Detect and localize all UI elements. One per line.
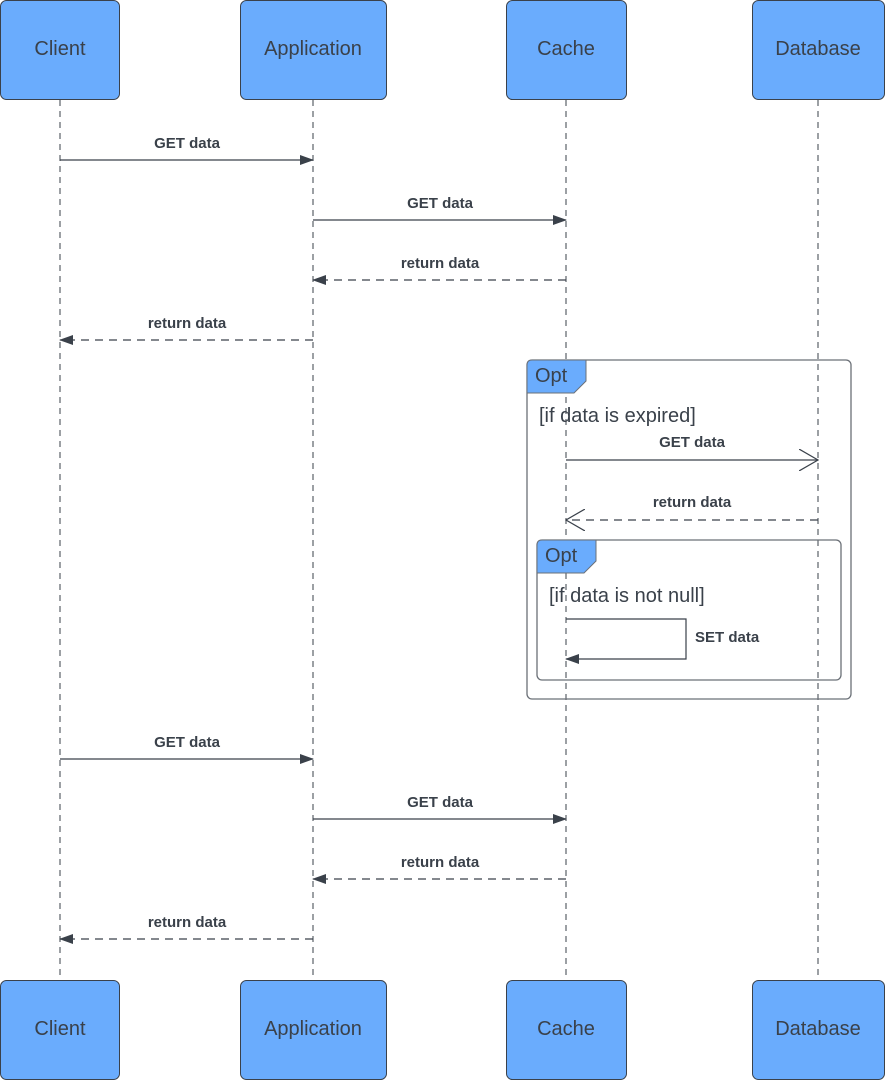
message-8[interactable]: GET data [60, 734, 314, 764]
message-11[interactable]: return data [59, 914, 313, 944]
opt-fragment-expired[interactable]: Opt [if data is expired] [526, 359, 852, 700]
actor-database-top[interactable]: Database [752, 0, 885, 100]
fragment-kind: Opt [545, 545, 578, 567]
sequence-diagram: Client Application Cache Database Client… [0, 0, 885, 1080]
actor-label: Cache [537, 38, 595, 60]
message-5[interactable]: GET data [566, 434, 818, 460]
message-label: return data [148, 315, 227, 332]
actor-label: Client [34, 1018, 86, 1040]
message-label: GET data [154, 734, 221, 751]
message-3[interactable]: return data [312, 255, 566, 285]
message-label: GET data [407, 195, 474, 212]
actor-database-bottom[interactable]: Database [752, 980, 885, 1080]
message-7-self[interactable]: SET data [565, 618, 760, 664]
message-4[interactable]: return data [59, 315, 313, 345]
fragment-guard: [if data is expired] [539, 405, 696, 427]
actor-cache-top[interactable]: Cache [506, 0, 627, 100]
message-6[interactable]: return data [566, 494, 818, 520]
actor-application-top[interactable]: Application [240, 0, 387, 100]
actor-client-top[interactable]: Client [0, 0, 120, 100]
actor-label: Application [264, 1018, 362, 1040]
actor-label: Database [775, 1018, 861, 1040]
actor-cache-bottom[interactable]: Cache [506, 980, 627, 1080]
message-label: GET data [154, 135, 221, 152]
message-label: return data [148, 914, 227, 931]
message-2[interactable]: GET data [313, 195, 567, 225]
message-10[interactable]: return data [312, 854, 566, 884]
actor-label: Client [34, 38, 86, 60]
message-1[interactable]: GET data [60, 135, 314, 165]
fragment-guard: [if data is not null] [549, 585, 705, 607]
message-9[interactable]: GET data [313, 794, 567, 824]
actor-label: Cache [537, 1018, 595, 1040]
message-label: return data [401, 255, 480, 272]
actor-application-bottom[interactable]: Application [240, 980, 387, 1080]
message-label: return data [401, 854, 480, 871]
fragment-kind: Opt [535, 365, 568, 387]
message-label: return data [653, 494, 732, 511]
message-label: GET data [659, 434, 726, 451]
actor-label: Application [264, 38, 362, 60]
actor-client-bottom[interactable]: Client [0, 980, 120, 1080]
message-arrow [565, 618, 687, 664]
message-label: SET data [695, 629, 760, 646]
actor-label: Database [775, 38, 861, 60]
message-label: GET data [407, 794, 474, 811]
